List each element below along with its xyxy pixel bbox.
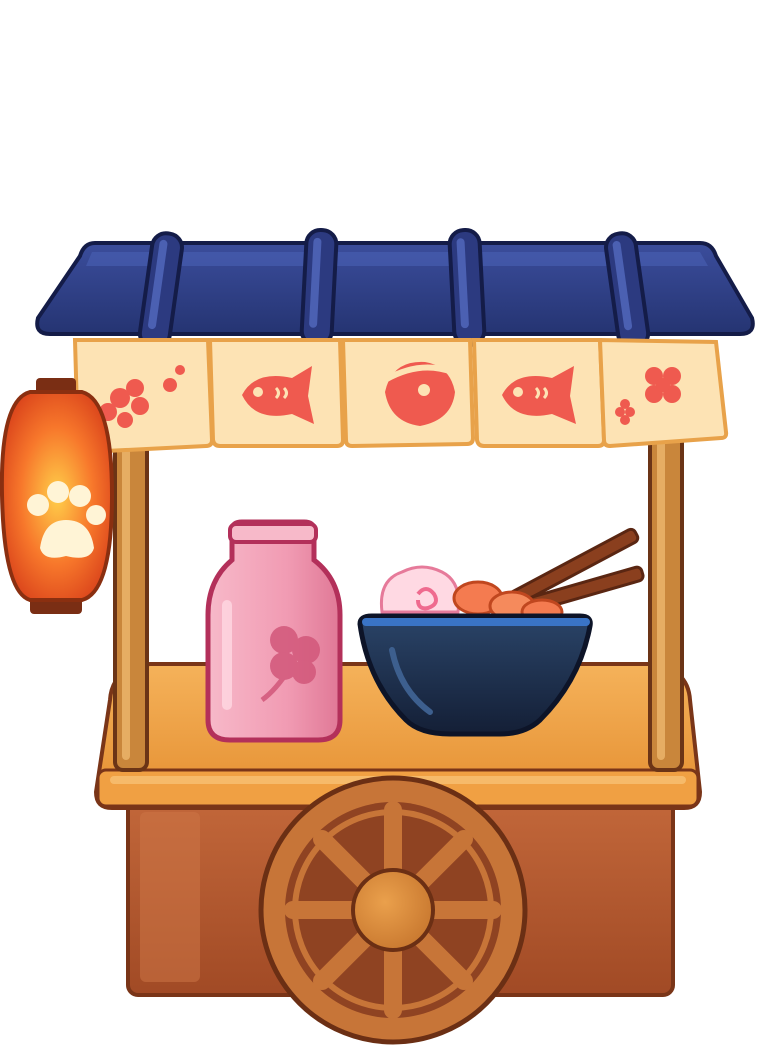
lantern — [0, 378, 115, 614]
food-cart-illustration — [0, 228, 755, 1045]
cart-wheel-icon — [258, 775, 528, 1045]
noren-panel-3 — [340, 338, 476, 449]
sake-bottle-icon — [205, 519, 343, 743]
noren-panel-2 — [207, 338, 346, 448]
noren-curtain — [72, 337, 729, 455]
naruto-fishcake — [379, 565, 461, 614]
cart-roof — [35, 228, 755, 350]
noren-panel-4 — [471, 338, 607, 448]
food-cart-scene — [0, 0, 757, 1050]
noren-panel-5 — [597, 337, 729, 449]
